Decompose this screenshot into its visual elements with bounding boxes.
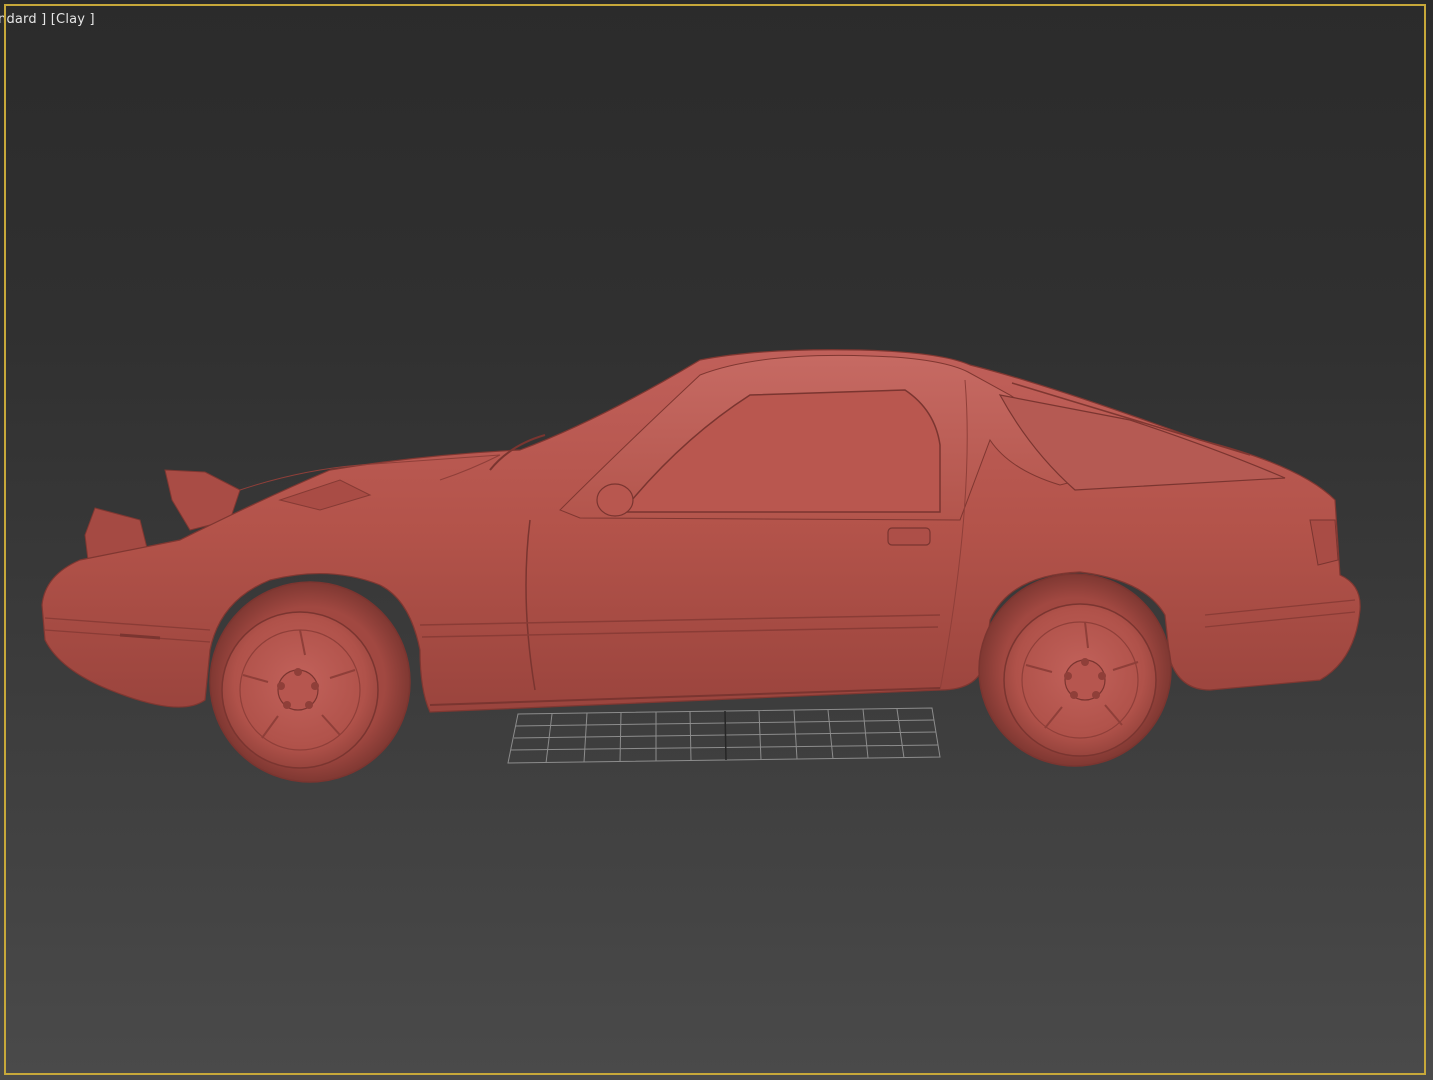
- ground-grid: [507, 707, 941, 764]
- rear-wheel: [209, 581, 411, 783]
- 3d-viewport[interactable]: ndard ] [Clay ]: [0, 0, 1433, 1080]
- front-wheel: [978, 573, 1172, 767]
- scene-render: [41, 349, 1361, 783]
